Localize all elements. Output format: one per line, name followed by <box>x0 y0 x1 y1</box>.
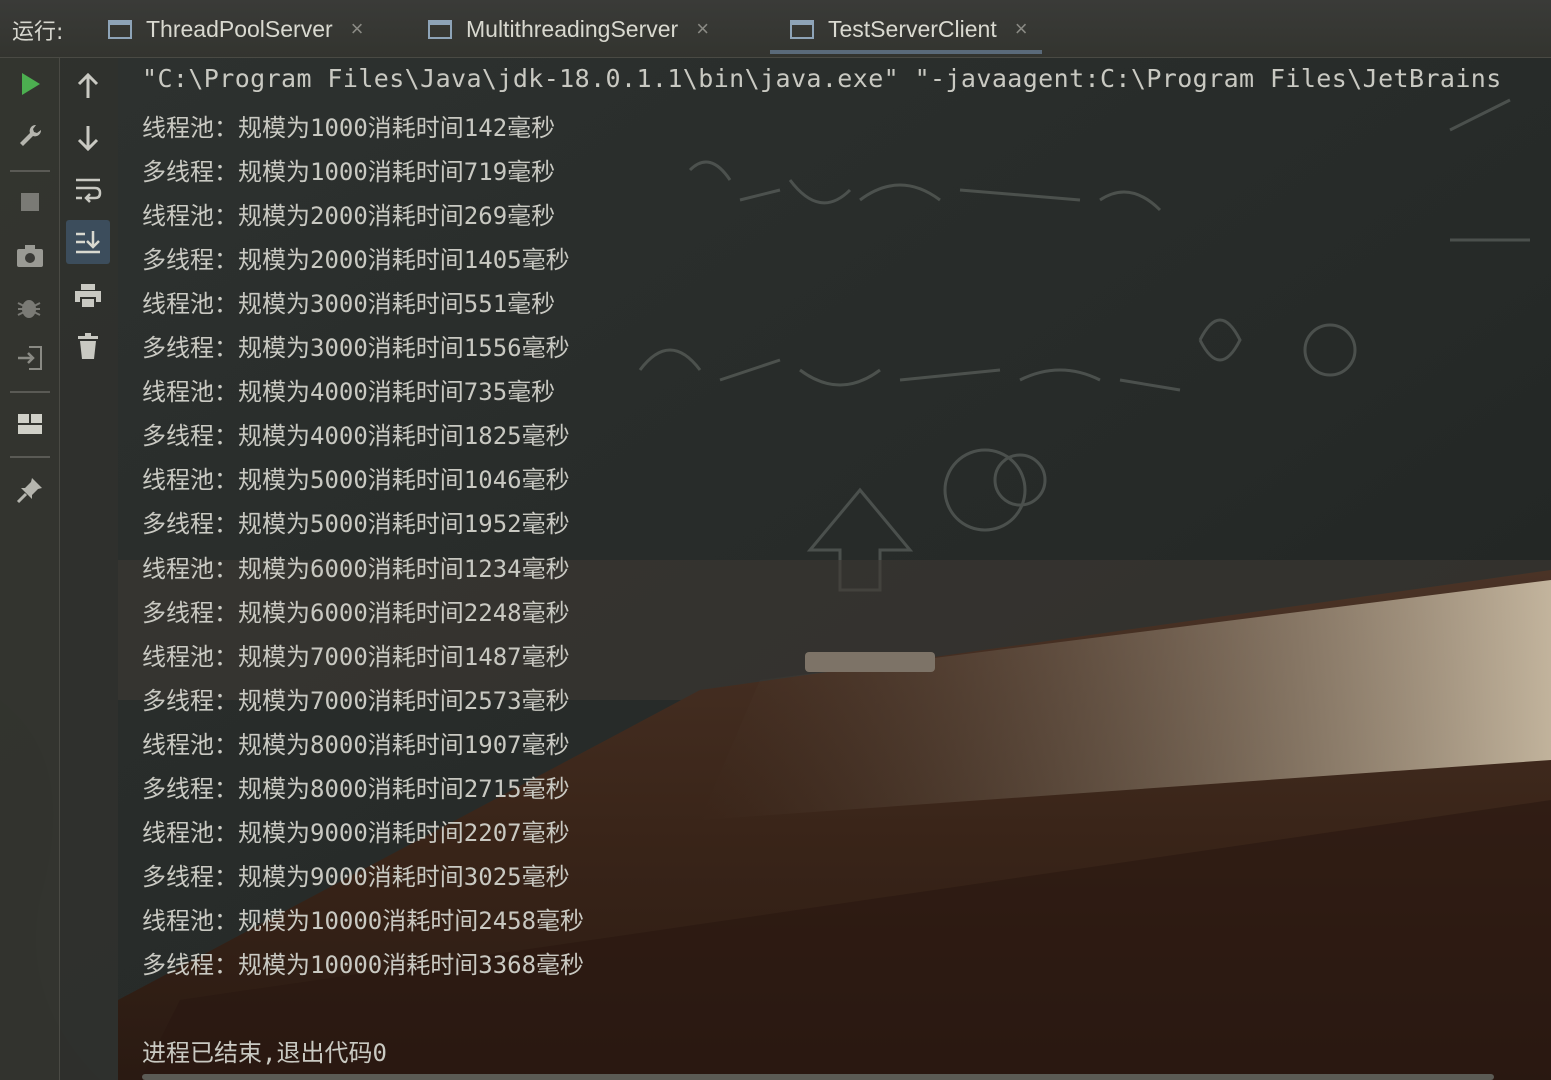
console-line: 线程池：规模为4000消耗时间735毫秒 <box>142 378 556 406</box>
console-tab-icon <box>790 20 814 39</box>
wrench-icon[interactable] <box>10 116 50 156</box>
soft-wrap-icon[interactable] <box>68 170 108 210</box>
tab-multithreadingserver[interactable]: MultithreadingServer × <box>428 0 709 58</box>
run-icon[interactable] <box>10 64 50 104</box>
pin-icon[interactable] <box>10 470 50 510</box>
console-line: 多线程：规模为9000消耗时间3025毫秒 <box>142 863 570 891</box>
tab-close-icon[interactable]: × <box>696 16 709 42</box>
console-toolbar <box>60 58 118 1080</box>
console-line: 线程池：规模为7000消耗时间1487毫秒 <box>142 643 570 671</box>
console-command-line: "C:\Program Files\Java\jdk-18.0.1.1\bin\… <box>142 64 1502 93</box>
console-line: 多线程：规模为3000消耗时间1556毫秒 <box>142 334 570 362</box>
console-tab-icon <box>428 20 452 39</box>
console-line: 线程池：规模为3000消耗时间551毫秒 <box>142 290 556 318</box>
console-line: 多线程：规模为5000消耗时间1952毫秒 <box>142 510 570 538</box>
tab-label: TestServerClient <box>828 15 997 42</box>
console-line: 线程池：规模为8000消耗时间1907毫秒 <box>142 731 570 759</box>
process-exit-message: 进程已结束,退出代码0 <box>142 1039 387 1067</box>
console-line: 线程池：规模为10000消耗时间2458毫秒 <box>142 907 585 935</box>
run-tool-window-header: 运行: ThreadPoolServer × MultithreadingSer… <box>0 0 1551 58</box>
camera-icon[interactable] <box>10 236 50 276</box>
console-line: 线程池：规模为1000消耗时间142毫秒 <box>142 114 556 142</box>
console-line: 多线程：规模为4000消耗时间1825毫秒 <box>142 422 570 450</box>
run-label: 运行: <box>12 20 64 45</box>
tab-testserverclient[interactable]: TestServerClient × <box>770 0 1042 58</box>
tab-label: MultithreadingServer <box>466 15 679 42</box>
console-line: 多线程：规模为1000消耗时间719毫秒 <box>142 158 556 186</box>
arrow-up-icon[interactable] <box>68 66 108 106</box>
scroll-to-end-icon[interactable] <box>66 220 110 264</box>
console-tab-icon <box>108 20 132 39</box>
console-line: 多线程：规模为10000消耗时间3368毫秒 <box>142 951 585 979</box>
debug-bug-icon[interactable] <box>10 288 50 328</box>
arrow-down-icon[interactable] <box>68 118 108 158</box>
run-toolbar-left <box>0 58 60 1080</box>
trash-icon[interactable] <box>68 326 108 366</box>
horizontal-scrollbar[interactable] <box>142 1074 1494 1080</box>
console-line: 多线程：规模为6000消耗时间2248毫秒 <box>142 599 570 627</box>
tab-threadpoolserver[interactable]: ThreadPoolServer × <box>108 0 364 58</box>
console-line: 多线程：规模为7000消耗时间2573毫秒 <box>142 687 570 715</box>
tab-close-icon[interactable]: × <box>1015 16 1028 42</box>
console-line: 线程池：规模为2000消耗时间269毫秒 <box>142 202 556 230</box>
print-icon[interactable] <box>68 276 108 316</box>
console-line: 多线程：规模为2000消耗时间1405毫秒 <box>142 246 570 274</box>
console-line: 线程池：规模为5000消耗时间1046毫秒 <box>142 466 570 494</box>
login-icon[interactable] <box>10 338 50 378</box>
tab-label: ThreadPoolServer <box>146 15 333 42</box>
console-line: 线程池：规模为6000消耗时间1234毫秒 <box>142 555 570 583</box>
stop-icon[interactable] <box>10 182 50 222</box>
console-line: 多线程：规模为8000消耗时间2715毫秒 <box>142 775 570 803</box>
tab-close-icon[interactable]: × <box>351 16 364 42</box>
console-line: 线程池：规模为9000消耗时间2207毫秒 <box>142 819 570 847</box>
layout-icon[interactable] <box>10 404 50 444</box>
